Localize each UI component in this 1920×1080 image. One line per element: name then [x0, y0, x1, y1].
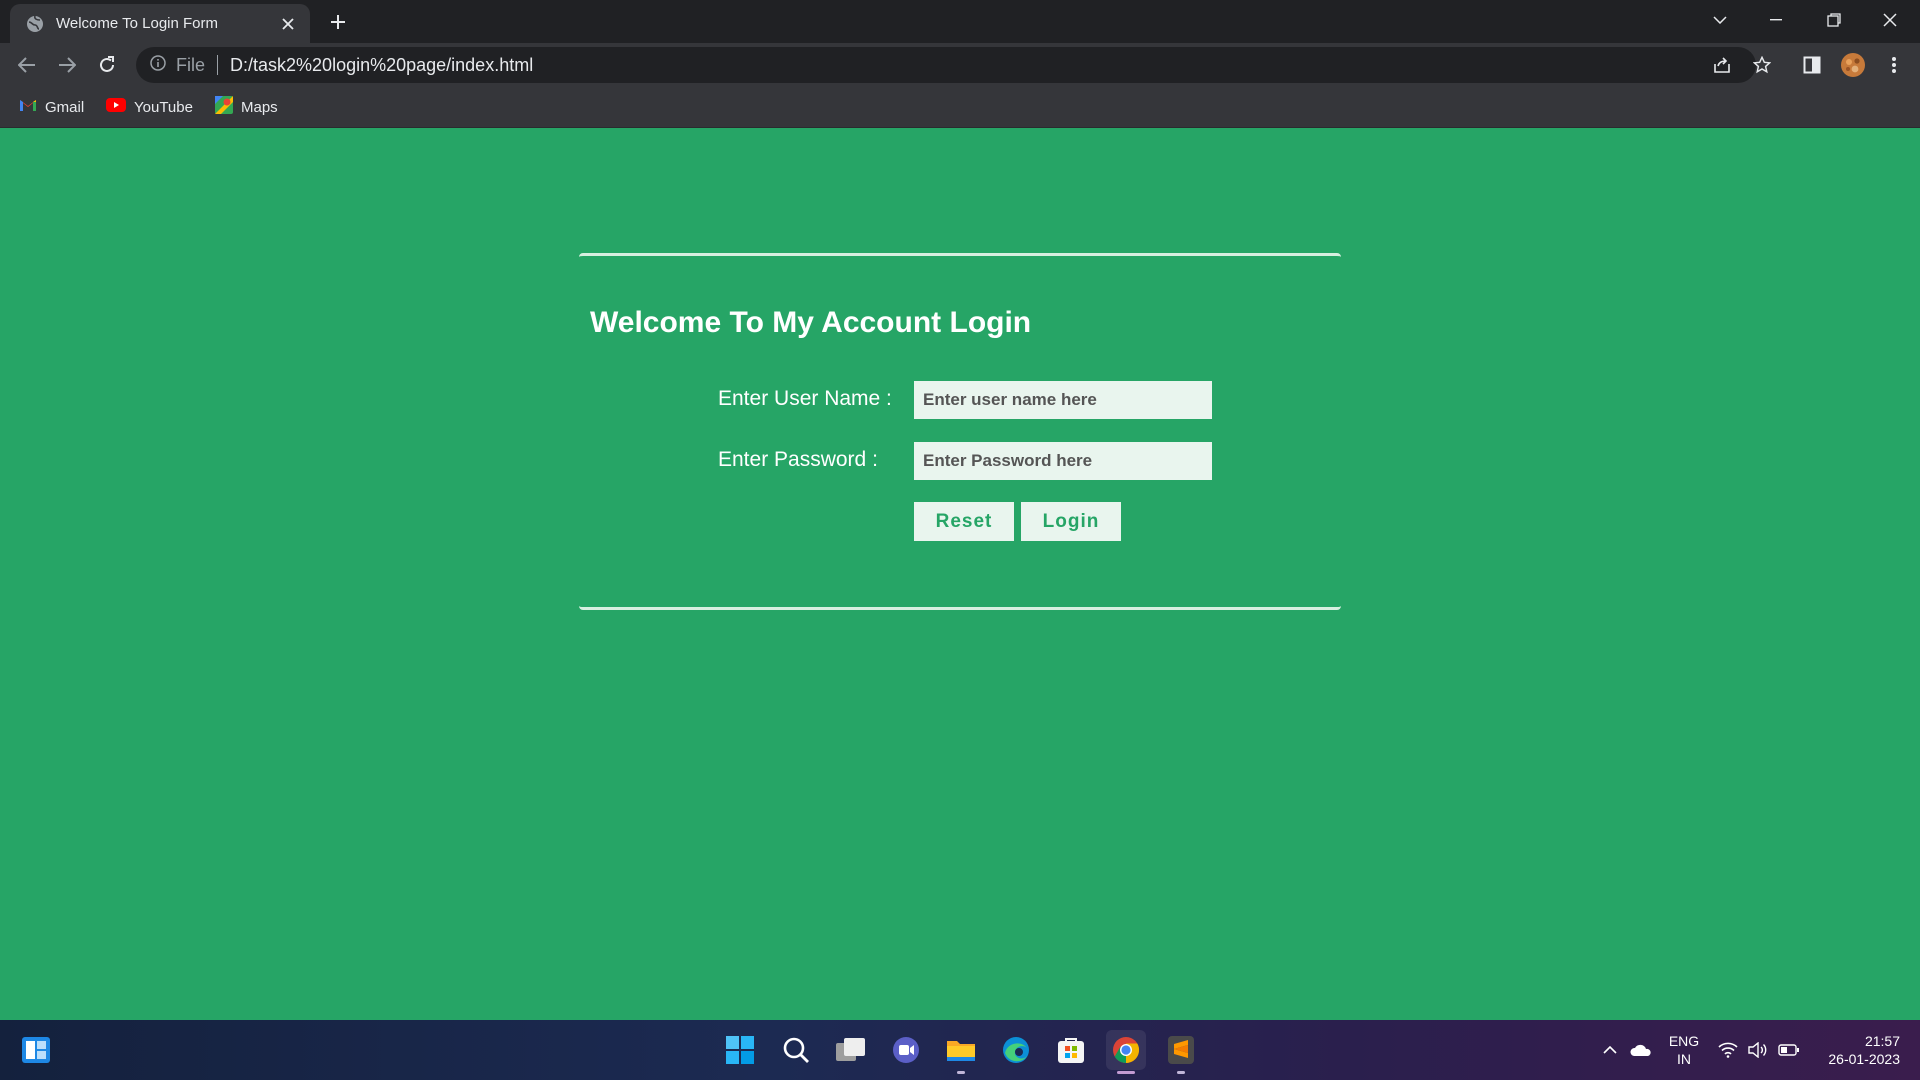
menu-kebab-icon[interactable]: [1879, 50, 1909, 80]
system-clock[interactable]: 21:57 26-01-2023: [1810, 1032, 1900, 1068]
widgets-icon[interactable]: [16, 1030, 56, 1070]
wifi-icon[interactable]: [1716, 1020, 1740, 1080]
login-card: Welcome To My Account Login Enter User N…: [579, 253, 1341, 610]
teams-chat-icon[interactable]: [886, 1030, 926, 1070]
sublime-text-icon[interactable]: [1161, 1030, 1201, 1074]
bookmarks-bar: Gmail YouTube Maps: [0, 87, 1920, 128]
close-window-icon[interactable]: [1862, 0, 1918, 40]
login-button[interactable]: Login: [1021, 502, 1121, 541]
running-indicator: [957, 1071, 965, 1074]
back-icon[interactable]: [12, 50, 42, 80]
active-indicator: [1117, 1071, 1135, 1074]
language-region: IN: [1677, 1051, 1691, 1067]
input-language-indicator[interactable]: ENG IN: [1664, 1032, 1704, 1068]
new-tab-button[interactable]: [326, 10, 350, 34]
password-label: Enter Password :: [718, 448, 878, 471]
bookmark-label: Gmail: [45, 98, 85, 116]
browser-toolbar: File D:/task2%20login%20page/index.html: [0, 43, 1920, 87]
youtube-icon: [106, 97, 126, 117]
browser-tab[interactable]: Welcome To Login Form: [10, 4, 310, 43]
side-panel-icon[interactable]: [1797, 50, 1827, 80]
password-input[interactable]: [914, 442, 1212, 480]
address-bar[interactable]: File D:/task2%20login%20page/index.html: [136, 47, 1756, 83]
address-url[interactable]: D:/task2%20login%20page/index.html: [230, 55, 533, 76]
bookmark-youtube[interactable]: YouTube: [106, 96, 193, 118]
bookmark-label: YouTube: [134, 98, 193, 116]
clock-date: 26-01-2023: [1828, 1051, 1900, 1067]
onedrive-cloud-icon[interactable]: [1628, 1020, 1654, 1080]
minimize-icon[interactable]: [1748, 0, 1804, 40]
store-icon[interactable]: [1051, 1030, 1091, 1070]
restore-icon[interactable]: [1806, 0, 1862, 40]
language-code: ENG: [1668, 1033, 1700, 1049]
start-icon[interactable]: [720, 1030, 760, 1070]
battery-icon[interactable]: [1776, 1020, 1802, 1080]
bookmark-star-icon[interactable]: [1747, 50, 1777, 80]
address-scheme-label: File: [176, 54, 206, 75]
globe-icon: [26, 15, 44, 33]
chrome-icon[interactable]: [1106, 1030, 1146, 1074]
gmail-icon: [19, 98, 37, 117]
info-icon[interactable]: [150, 54, 166, 76]
reload-icon[interactable]: [92, 50, 122, 80]
windows-taskbar: ENG IN 21:57 26-01-2023: [0, 1020, 1920, 1080]
page-title: Welcome To My Account Login: [590, 306, 1032, 339]
profile-avatar[interactable]: [1838, 50, 1868, 80]
username-input[interactable]: [914, 381, 1212, 419]
clock-time: 21:57: [1864, 1033, 1900, 1049]
tab-strip: Welcome To Login Form: [0, 0, 1920, 43]
show-hidden-icons-chevron-icon[interactable]: [1598, 1020, 1622, 1080]
volume-icon[interactable]: [1746, 1020, 1770, 1080]
tab-title: Welcome To Login Form: [56, 15, 219, 32]
share-icon[interactable]: [1707, 50, 1737, 80]
search-icon[interactable]: [776, 1030, 816, 1070]
running-indicator: [1177, 1071, 1185, 1074]
reset-button[interactable]: Reset: [914, 502, 1014, 541]
file-explorer-icon[interactable]: [941, 1030, 981, 1074]
maps-icon: [215, 95, 233, 119]
forward-icon[interactable]: [52, 50, 82, 80]
bookmark-gmail[interactable]: Gmail: [19, 96, 84, 118]
tab-search-chevron-icon[interactable]: [1692, 0, 1748, 40]
bookmark-label: Maps: [241, 98, 278, 116]
close-tab-icon[interactable]: [278, 14, 298, 34]
bookmark-maps[interactable]: Maps: [215, 95, 278, 119]
address-separator: [217, 55, 219, 75]
username-label: Enter User Name :: [718, 387, 892, 410]
task-view-icon[interactable]: [831, 1030, 871, 1070]
edge-icon[interactable]: [996, 1030, 1036, 1070]
